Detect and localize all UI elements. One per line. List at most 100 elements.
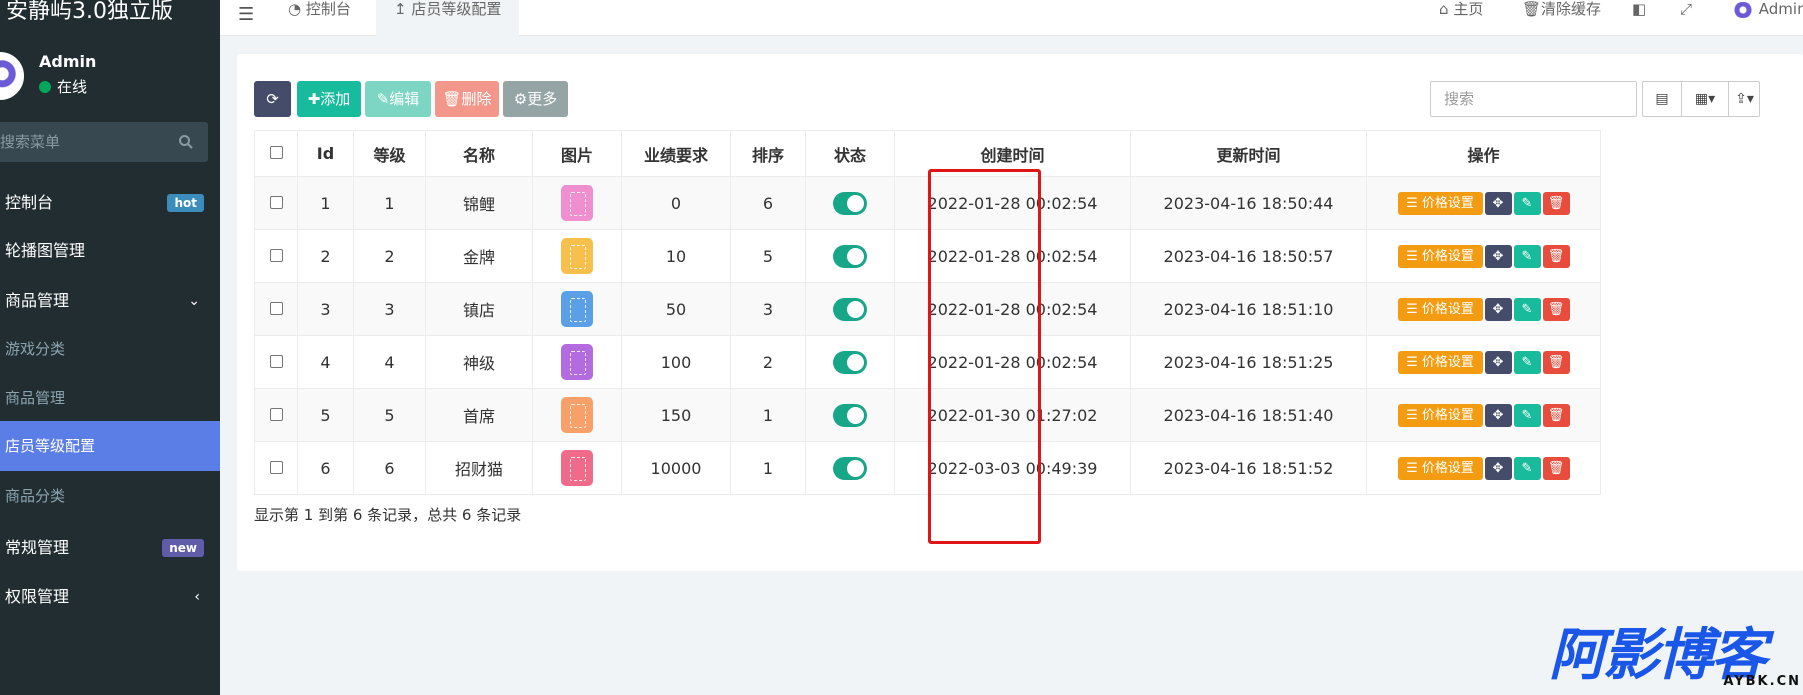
row-edit-button[interactable]: ✎ — [1513, 403, 1541, 427]
price-settings-button[interactable]: ☰ 价格设置 — [1397, 403, 1483, 427]
row-delete-button[interactable]: 🗑 — [1542, 244, 1570, 268]
column-header[interactable]: 名称 — [425, 130, 533, 177]
drag-sort-button[interactable]: ✥ — [1484, 191, 1512, 215]
sidebar-item-label: 常规管理 — [5, 538, 70, 557]
column-header[interactable]: 图片 — [532, 130, 622, 177]
row-delete-button[interactable]: 🗑 — [1542, 297, 1570, 321]
row-checkbox[interactable] — [269, 195, 283, 209]
row-checkbox[interactable] — [269, 301, 283, 315]
drag-sort-button[interactable]: ✥ — [1484, 350, 1512, 374]
select-all-checkbox[interactable] — [269, 146, 283, 159]
column-header[interactable]: Id — [297, 130, 354, 177]
trash-icon: 🗑 — [1547, 354, 1565, 370]
sidebar-item-carousel[interactable]: 轮播图管理 — [0, 226, 220, 276]
brand-title[interactable]: 安静屿3.0独立版 — [0, 0, 220, 28]
row-edit-button[interactable]: ✎ — [1513, 350, 1541, 374]
level-thumbnail[interactable] — [561, 185, 593, 221]
watermark-subtext: AYBK.CN — [1723, 674, 1801, 689]
sidebar-item-goods[interactable]: 商品管理 — [0, 373, 220, 423]
pagination-summary: 显示第 1 到第 6 条记录，总共 6 条记录 — [254, 506, 522, 524]
sidebar-item-label: 轮播图管理 — [5, 241, 86, 260]
price-settings-button[interactable]: ☰ 价格设置 — [1397, 244, 1483, 268]
row-edit-button[interactable]: ✎ — [1513, 191, 1541, 215]
row-checkbox[interactable] — [269, 407, 283, 421]
row-checkbox[interactable] — [269, 460, 283, 474]
price-settings-button[interactable]: ☰ 价格设置 — [1397, 456, 1483, 480]
table-row[interactable]: 5 5 首席 150 1 2022-01-30 01:27:02 2023-04-16 18… — [254, 388, 1601, 442]
table-row[interactable]: 6 6 招财猫 10000 1 2022-03-03 00:49:39 2023-04-16… — [254, 441, 1601, 495]
list-icon: ☰ — [1406, 195, 1418, 211]
status-toggle[interactable] — [833, 297, 867, 321]
cell-status — [805, 335, 895, 389]
price-settings-button[interactable]: ☰ 价格设置 — [1397, 350, 1483, 374]
export-button[interactable]: ⇪▾ — [1729, 82, 1760, 116]
sidebar-item-goods-category[interactable]: 商品分类 — [0, 471, 220, 521]
edit-button[interactable]: ✎编辑 — [365, 81, 431, 117]
sidebar-item-game-category[interactable]: 游戏分类 — [0, 324, 220, 374]
row-delete-button[interactable]: 🗑 — [1542, 350, 1570, 374]
sidebar-item-dashboard[interactable]: 控制台 hot — [0, 178, 220, 228]
status-toggle[interactable] — [833, 403, 867, 427]
table-row[interactable]: 3 3 镇店 50 3 2022-01-28 00:02:54 2023-04-16 18:… — [254, 282, 1601, 336]
price-settings-label: 价格设置 — [1421, 301, 1474, 317]
menu-toggle-icon[interactable]: ☰ — [238, 4, 254, 25]
level-thumbnail[interactable] — [561, 450, 593, 486]
clear-cache-link[interactable]: 🗑清除缓存 — [1522, 0, 1601, 18]
home-link[interactable]: ⌂ 主页 — [1439, 0, 1483, 18]
sidebar-search-input[interactable] — [0, 122, 170, 162]
row-delete-button[interactable]: 🗑 — [1542, 456, 1570, 480]
table-row[interactable]: 2 2 金牌 10 5 2022-01-28 00:02:54 2023-04-16 18:… — [254, 229, 1601, 283]
table-search-input[interactable] — [1431, 82, 1636, 116]
delete-button[interactable]: 🗑删除 — [435, 81, 499, 117]
row-checkbox[interactable] — [269, 354, 283, 368]
row-delete-button[interactable]: 🗑 — [1542, 191, 1570, 215]
drag-sort-button[interactable]: ✥ — [1484, 403, 1512, 427]
more-button[interactable]: ⚙更多 — [503, 81, 568, 117]
column-header[interactable]: 等级 — [353, 130, 426, 177]
columns-button[interactable]: ▦▾ — [1682, 82, 1729, 116]
row-delete-button[interactable]: 🗑 — [1542, 403, 1570, 427]
tab-dashboard[interactable]: ◔ 控制台 — [270, 0, 369, 36]
translate-icon[interactable]: ◧ — [1632, 0, 1646, 18]
fullscreen-icon[interactable]: ⤢ — [1680, 0, 1692, 18]
cell-name: 首席 — [425, 388, 533, 442]
sidebar-item-clerk-level[interactable]: 店员等级配置 — [0, 421, 220, 471]
sidebar: 安静屿3.0独立版 Admin 在线 控制台 hot 轮播图管理 商品管理 ⌄ 游戏… — [0, 0, 220, 695]
drag-sort-button[interactable]: ✥ — [1484, 297, 1512, 321]
search-icon[interactable] — [178, 134, 194, 150]
sidebar-item-permission[interactable]: 权限管理 ‹ — [0, 572, 220, 622]
price-settings-button[interactable]: ☰ 价格设置 — [1397, 191, 1483, 215]
sidebar-item-general[interactable]: 常规管理 new — [0, 523, 220, 573]
status-toggle[interactable] — [833, 244, 867, 268]
toggle-view-button[interactable]: ▤ — [1643, 82, 1682, 116]
level-thumbnail[interactable] — [561, 291, 593, 327]
status-toggle[interactable] — [833, 191, 867, 215]
column-header[interactable]: 排序 — [730, 130, 806, 177]
price-settings-button[interactable]: ☰ 价格设置 — [1397, 297, 1483, 321]
row-edit-button[interactable]: ✎ — [1513, 244, 1541, 268]
status-toggle[interactable] — [833, 350, 867, 374]
user-menu[interactable]: Admin — [1732, 0, 1803, 18]
column-header[interactable]: 业绩要求 — [621, 130, 731, 177]
drag-sort-button[interactable]: ✥ — [1484, 244, 1512, 268]
new-badge: new — [162, 539, 204, 557]
table-row[interactable]: 4 4 神级 100 2 2022-01-28 00:02:54 2023-04-16 18… — [254, 335, 1601, 389]
level-thumbnail[interactable] — [561, 397, 593, 433]
row-edit-button[interactable]: ✎ — [1513, 297, 1541, 321]
trash-icon: 🗑 — [1547, 248, 1565, 264]
content-panel: ⟳ ✚添加 ✎编辑 🗑删除 ⚙更多 ▤ ▦▾ ⇪▾ Id 等级 名称 图片 业绩… — [237, 54, 1803, 571]
refresh-button[interactable]: ⟳ — [254, 81, 291, 117]
column-header[interactable]: 状态 — [805, 130, 895, 177]
tab-clerk-level[interactable]: ↥ 店员等级配置 — [376, 0, 520, 36]
column-header[interactable]: 创建时间 — [894, 130, 1131, 177]
status-toggle[interactable] — [833, 456, 867, 480]
column-header[interactable]: 更新时间 — [1130, 130, 1367, 177]
add-button[interactable]: ✚添加 — [297, 81, 361, 117]
sidebar-item-goods-manage[interactable]: 商品管理 ⌄ — [0, 276, 220, 326]
row-edit-button[interactable]: ✎ — [1513, 456, 1541, 480]
row-checkbox[interactable] — [269, 248, 283, 262]
drag-sort-button[interactable]: ✥ — [1484, 456, 1512, 480]
level-thumbnail[interactable] — [561, 344, 593, 380]
level-thumbnail[interactable] — [561, 238, 593, 274]
table-row[interactable]: 1 1 锦鲤 0 6 2022-01-28 00:02:54 2023-04-16 18:5… — [254, 176, 1601, 230]
